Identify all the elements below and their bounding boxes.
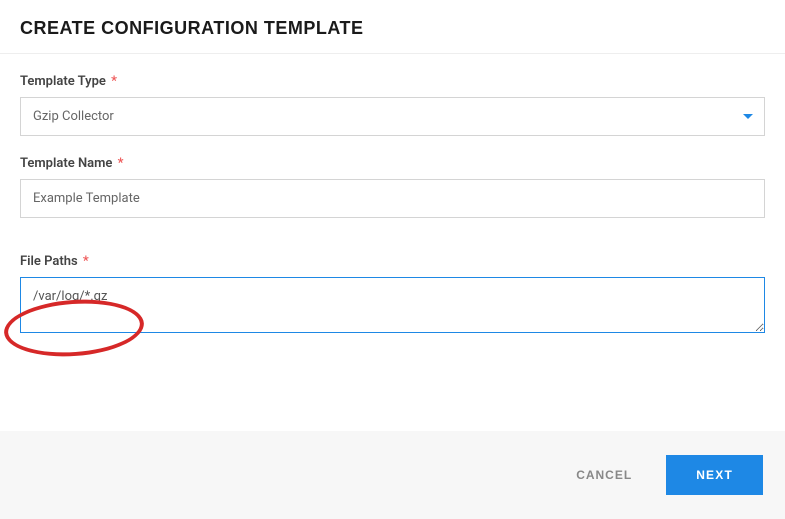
template-type-group: Template Type * Gzip Collector: [20, 74, 765, 136]
footer-actions: CANCEL NEXT: [0, 431, 785, 519]
template-type-select-wrapper: Gzip Collector: [20, 97, 765, 136]
required-indicator: *: [111, 74, 117, 89]
page-title: CREATE CONFIGURATION TEMPLATE: [20, 18, 765, 39]
page-header: CREATE CONFIGURATION TEMPLATE: [0, 0, 785, 54]
template-name-input[interactable]: [20, 179, 765, 218]
file-paths-group: File Paths * /var/log/*.gz: [20, 254, 765, 337]
form-body: Template Type * Gzip Collector Template …: [0, 54, 785, 337]
label-text: Template Type: [20, 74, 106, 89]
label-text: File Paths: [20, 254, 78, 269]
cancel-button[interactable]: CANCEL: [570, 458, 638, 492]
template-name-group: Template Name *: [20, 156, 765, 218]
next-button[interactable]: NEXT: [666, 455, 763, 495]
file-paths-label: File Paths *: [20, 254, 765, 269]
file-paths-textarea[interactable]: /var/log/*.gz: [20, 277, 765, 333]
template-type-select[interactable]: Gzip Collector: [20, 97, 765, 136]
required-indicator: *: [118, 156, 124, 171]
template-name-label: Template Name *: [20, 156, 765, 171]
required-indicator: *: [83, 254, 89, 269]
template-type-label: Template Type *: [20, 74, 765, 89]
label-text: Template Name: [20, 156, 112, 171]
